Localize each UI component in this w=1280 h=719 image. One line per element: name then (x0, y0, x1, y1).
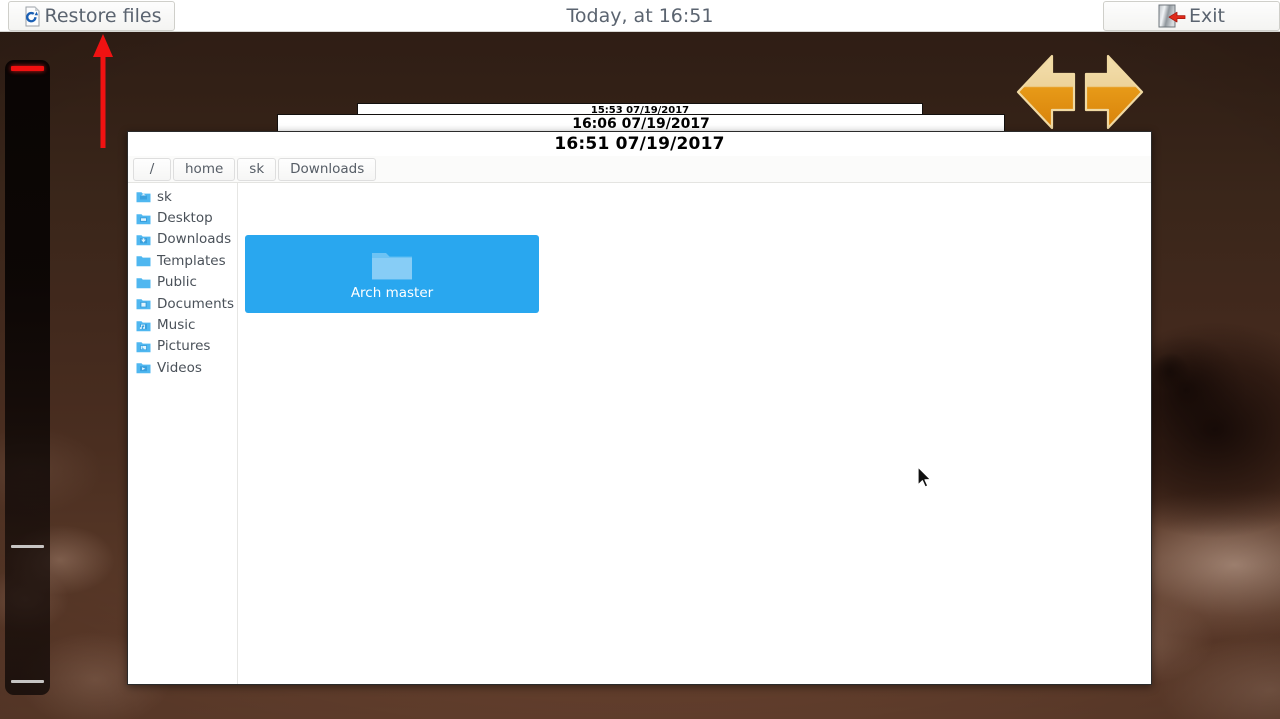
timeline-mark[interactable] (11, 545, 44, 548)
sidebar-item-label: sk (157, 188, 172, 205)
sidebar-item-downloads[interactable]: Downloads (128, 229, 237, 250)
desktop-root: 15:53 07/19/2017 16:06 07/19/2017 16:51 … (0, 0, 1280, 719)
file-manager-title: 16:51 07/19/2017 (128, 132, 1151, 156)
sidebar-item-label: Pictures (157, 338, 211, 355)
file-item-arch-master[interactable]: Arch master (245, 235, 539, 313)
breadcrumb: / home sk Downloads (128, 156, 1151, 183)
home-folder-icon (136, 190, 151, 203)
arrow-left-icon (1016, 54, 1076, 130)
top-toolbar: Today, at 16:51 Restore files Exit (0, 0, 1280, 32)
page-title: Today, at 16:51 (566, 5, 714, 27)
file-manager-window: 16:51 07/19/2017 / home sk Downloads sk … (127, 131, 1152, 685)
restore-files-label: Restore files (44, 5, 162, 27)
folder-icon (370, 247, 414, 283)
desktop-folder-icon (136, 212, 151, 225)
sidebar-item-videos[interactable]: Videos (128, 357, 237, 378)
videos-folder-icon (136, 361, 151, 374)
folder-icon (136, 254, 151, 267)
sidebar-item-label: Music (157, 317, 196, 334)
folder-icon (136, 276, 151, 289)
sidebar-item-label: Public (157, 274, 197, 291)
breadcrumb-item-downloads[interactable]: Downloads (278, 157, 377, 181)
file-item-label: Arch master (350, 285, 434, 301)
pictures-folder-icon (136, 340, 151, 353)
documents-folder-icon (136, 297, 151, 310)
snapshot-timeline-slider[interactable] (5, 60, 50, 695)
breadcrumb-item-home[interactable]: home (173, 157, 236, 181)
sidebar-item-documents[interactable]: Documents (128, 293, 237, 314)
snapshot-navigation-arrows (1012, 52, 1148, 136)
timeline-current-marker[interactable] (11, 66, 44, 71)
file-list-area: Arch master (238, 183, 1151, 684)
breadcrumb-item-sk[interactable]: sk (237, 157, 277, 181)
downloads-folder-icon (136, 233, 151, 246)
arrow-right-icon (1084, 54, 1144, 130)
timeline-mark[interactable] (11, 680, 44, 683)
sidebar-item-sk[interactable]: sk (128, 186, 237, 207)
sidebar-item-public[interactable]: Public (128, 272, 237, 293)
sidebar-item-desktop[interactable]: Desktop (128, 207, 237, 228)
sidebar-item-label: Desktop (157, 210, 213, 227)
restore-document-icon (24, 6, 42, 27)
exit-label: Exit (1189, 5, 1225, 27)
exit-door-icon (1158, 4, 1186, 28)
sidebar-item-label: Videos (157, 359, 202, 376)
places-sidebar: sk Desktop Downloads Templates Public Do… (128, 183, 238, 684)
file-manager-body: sk Desktop Downloads Templates Public Do… (128, 183, 1151, 684)
music-folder-icon (136, 319, 151, 332)
sidebar-item-music[interactable]: Music (128, 314, 237, 335)
breadcrumb-item-root[interactable]: / (133, 157, 171, 181)
sidebar-item-pictures[interactable]: Pictures (128, 336, 237, 357)
exit-button[interactable]: Exit (1103, 1, 1280, 31)
sidebar-item-label: Templates (157, 252, 226, 269)
restore-files-button[interactable]: Restore files (8, 1, 175, 31)
sidebar-item-label: Downloads (157, 231, 232, 248)
sidebar-item-label: Documents (157, 295, 234, 312)
sidebar-item-templates[interactable]: Templates (128, 250, 237, 271)
red-up-arrow-annotation (92, 32, 116, 148)
